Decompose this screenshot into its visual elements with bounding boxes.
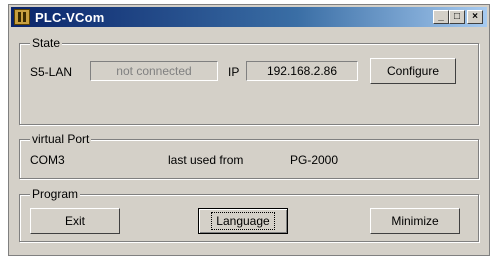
- minimize-window-button[interactable]: _: [433, 10, 449, 24]
- configure-button[interactable]: Configure: [370, 58, 456, 84]
- language-button-label: Language: [211, 212, 275, 230]
- interface-label: S5-LAN: [30, 65, 73, 79]
- port-value: COM3: [30, 153, 65, 167]
- program-group: Program Exit Language Minimize: [19, 187, 479, 242]
- ip-address-field: 192.168.2.86: [246, 61, 358, 81]
- close-window-button[interactable]: ×: [467, 10, 483, 24]
- maximize-window-button[interactable]: □: [449, 10, 465, 24]
- exit-button[interactable]: Exit: [30, 208, 120, 234]
- app-window: PLC-VCom _ □ × State S5-LAN not connecte…: [8, 4, 490, 256]
- virtual-port-legend: virtual Port: [30, 132, 92, 146]
- state-legend: State: [30, 36, 63, 50]
- window-title: PLC-VCom: [35, 10, 105, 25]
- app-icon[interactable]: [14, 9, 30, 25]
- language-button[interactable]: Language: [198, 208, 288, 234]
- last-used-label: last used from: [168, 153, 244, 167]
- program-legend: Program: [30, 187, 81, 201]
- last-used-value: PG-2000: [290, 153, 339, 167]
- state-group: State S5-LAN not connected IP 192.168.2.…: [19, 36, 479, 125]
- title-bar[interactable]: PLC-VCom _ □ ×: [11, 7, 487, 27]
- connection-status-field: not connected: [90, 61, 218, 81]
- minimize-button[interactable]: Minimize: [370, 208, 460, 234]
- virtual-port-group: virtual Port COM3 last used from PG-2000: [19, 132, 479, 179]
- ip-label: IP: [228, 65, 240, 79]
